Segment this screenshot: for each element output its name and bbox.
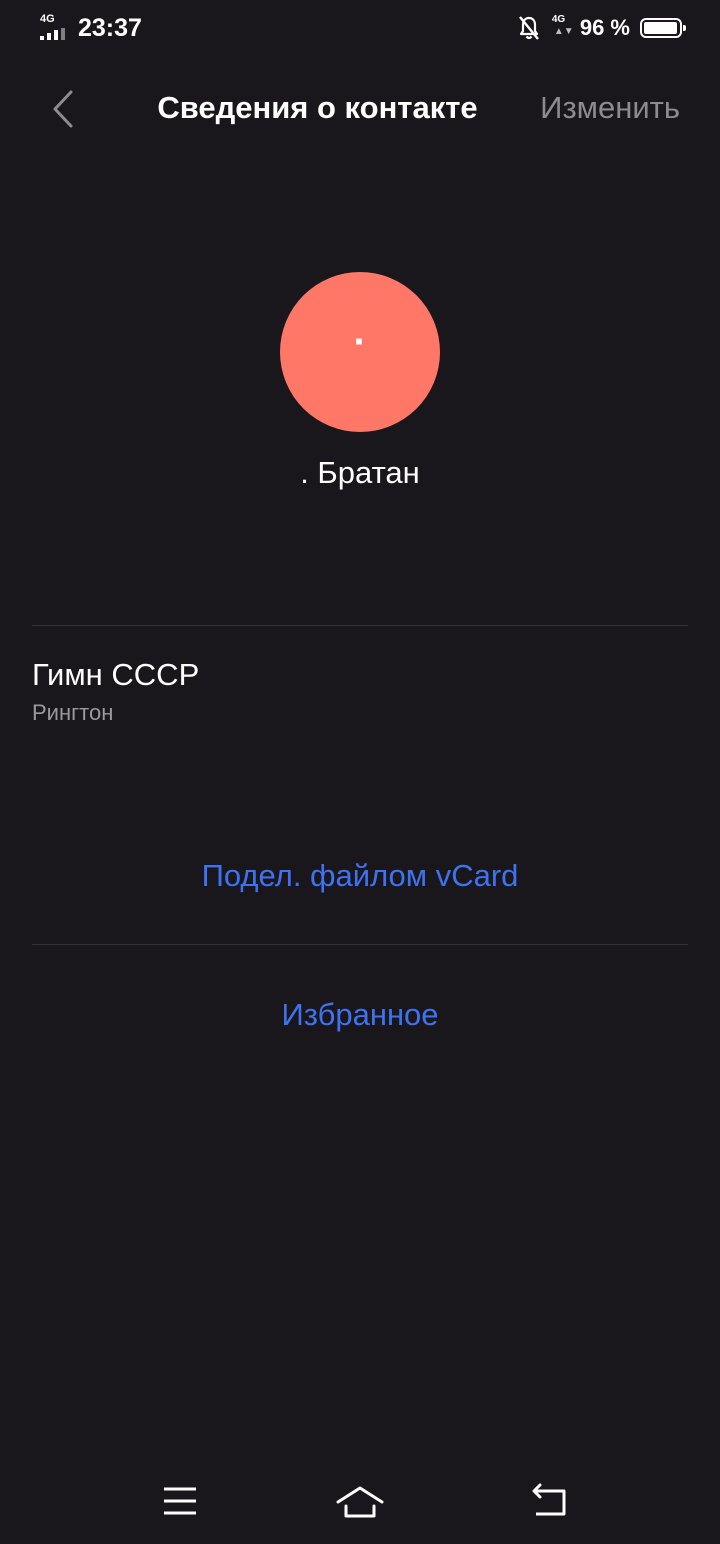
back-icon (520, 1478, 580, 1531)
battery-percent: 96 % (579, 15, 630, 40)
share-vcard-button[interactable]: Подел. файлом vCard (0, 853, 720, 899)
avatar-initial: · (353, 320, 367, 364)
bell-off-icon (518, 15, 540, 41)
battery-icon (640, 18, 686, 38)
menu-icon (150, 1478, 210, 1531)
clock: 23:37 (78, 14, 142, 42)
home-icon (330, 1478, 390, 1531)
ringtone-value: Гимн СССР (32, 657, 200, 692)
network-type-label-right: 4G (551, 14, 566, 25)
status-bar-left: 4G 23:37 (40, 12, 142, 44)
ringtone-label: Рингтон (32, 700, 114, 725)
battery-level (644, 22, 677, 34)
data-activity-icon: 4G ▲▼ (551, 14, 574, 37)
network-type-label: 4G (40, 13, 55, 25)
status-bar-right: 4G ▲▼ 96 % (518, 12, 686, 44)
ringtone-row[interactable]: Гимн СССР Рингтон (32, 652, 688, 738)
avatar: · (280, 272, 440, 432)
home-button[interactable] (330, 1478, 390, 1526)
signal-icon: 4G (40, 14, 70, 42)
menu-button[interactable] (150, 1478, 210, 1526)
divider (32, 944, 688, 945)
divider (32, 625, 688, 626)
contact-name: . Братан (300, 455, 420, 490)
edit-button[interactable]: Изменить (540, 86, 680, 130)
favorites-button[interactable]: Избранное (0, 992, 720, 1038)
system-back-button[interactable] (520, 1478, 580, 1526)
